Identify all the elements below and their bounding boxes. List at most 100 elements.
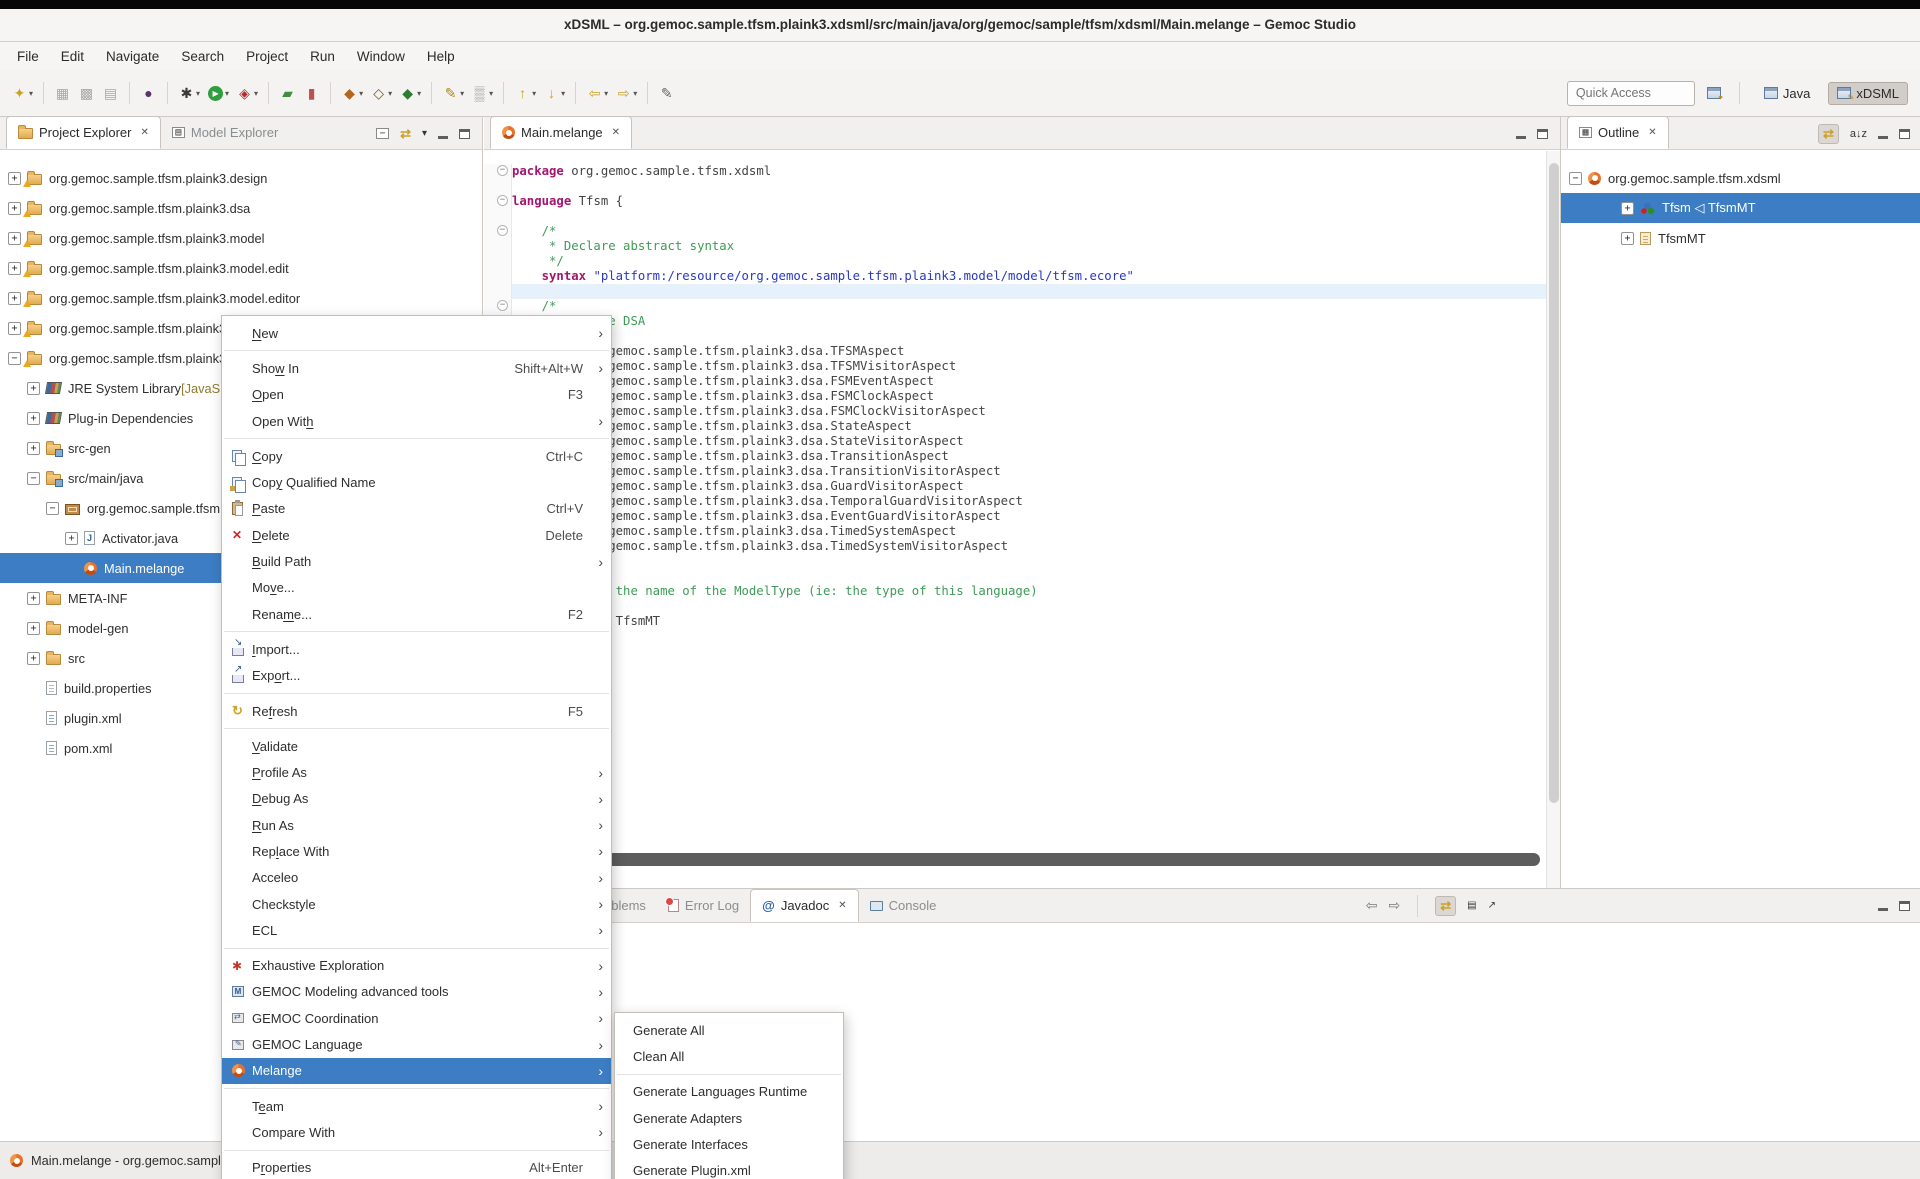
toolbar-previous-annotation-button[interactable]: ↑▾: [511, 81, 539, 105]
tree-item-tfsm-tfsmmt[interactable]: +Tfsm ◁ TfsmMT: [1561, 193, 1920, 223]
view-menu-icon[interactable]: ▾: [422, 128, 427, 139]
tree-item-org-gemoc-sample-tfsm-plaink3-design[interactable]: +org.gemoc.sample.tfsm.plaink3.design: [0, 163, 482, 193]
menubar-file[interactable]: File: [6, 45, 50, 68]
close-icon[interactable]: ✕: [838, 900, 846, 911]
editor-horizontal-scrollbar[interactable]: [506, 853, 1540, 866]
expander-icon[interactable]: +: [8, 202, 21, 215]
toolbar-external-tools-button[interactable]: ◈▾: [233, 81, 261, 105]
context-menu-item-copy[interactable]: CopyCtrl+C: [222, 443, 611, 469]
toolbar-run-button[interactable]: ▶▾: [204, 82, 232, 105]
link-with-editor-icon[interactable]: ⇄: [1818, 124, 1839, 144]
open-declaration-icon[interactable]: ↗: [1488, 900, 1496, 911]
expander-icon[interactable]: +: [27, 592, 40, 605]
close-icon[interactable]: ✕: [1648, 127, 1656, 138]
minimize-icon[interactable]: [1516, 136, 1526, 139]
submenu-item-generate-adapters[interactable]: Generate Adapters: [615, 1105, 843, 1131]
toolbar-back-button[interactable]: ⇦▾: [583, 81, 611, 105]
editor-vertical-scrollbar[interactable]: [1546, 151, 1560, 888]
maximize-icon[interactable]: [459, 129, 470, 139]
context-menu-item-export[interactable]: Export...: [222, 663, 611, 689]
back-icon[interactable]: ⇦: [1366, 897, 1378, 914]
expander-icon[interactable]: −: [1569, 172, 1582, 185]
toolbar-new-package-button[interactable]: ◇▾: [367, 81, 395, 105]
toolbar-new-java-element-button[interactable]: ✱▾: [175, 81, 203, 105]
expander-icon[interactable]: +: [8, 232, 21, 245]
toolbar-java-search-button[interactable]: ✎▾: [439, 81, 467, 105]
minimize-icon[interactable]: [438, 136, 448, 139]
toolbar-save-all-button[interactable]: ▩: [75, 81, 98, 105]
context-menu-item-compare-with[interactable]: Compare With›: [222, 1119, 611, 1145]
submenu-item-generate-interfaces[interactable]: Generate Interfaces: [615, 1131, 843, 1157]
tree-item-org-gemoc-sample-tfsm-plaink3-dsa[interactable]: +org.gemoc.sample.tfsm.plaink3.dsa: [0, 193, 482, 223]
fold-collapse-icon[interactable]: −: [497, 300, 508, 311]
toolbar-java-application-button[interactable]: ●: [137, 81, 160, 105]
context-menu-item-gemoc-coordination[interactable]: GEMOC Coordination›: [222, 1005, 611, 1031]
tab-error-log[interactable]: Error Log: [657, 889, 750, 922]
toolbar-new-class-button[interactable]: ◆▾: [396, 81, 424, 105]
minimize-icon[interactable]: [1878, 136, 1888, 139]
close-icon[interactable]: ✕: [140, 127, 148, 138]
forward-icon[interactable]: ⇨: [1389, 897, 1401, 914]
expander-icon[interactable]: −: [46, 502, 59, 515]
toolbar-new-wizard-button[interactable]: ✦▾: [8, 81, 36, 105]
context-menu-item-ecl[interactable]: ECL›: [222, 917, 611, 943]
maximize-icon[interactable]: [1537, 129, 1548, 139]
expander-icon[interactable]: +: [8, 172, 21, 185]
menubar-project[interactable]: Project: [235, 45, 299, 68]
maximize-icon[interactable]: [1899, 901, 1910, 911]
expander-icon[interactable]: +: [27, 412, 40, 425]
context-menu-item-rename[interactable]: Rename...F2: [222, 601, 611, 627]
menubar-search[interactable]: Search: [170, 45, 235, 68]
context-menu-item-checkstyle[interactable]: Checkstyle›: [222, 891, 611, 917]
context-menu-item-open-with[interactable]: Open With›: [222, 408, 611, 434]
link-with-editor-icon[interactable]: ⇄: [1435, 896, 1456, 916]
toolbar-new-java-project-button[interactable]: ◆▾: [338, 81, 366, 105]
context-menu-item-run-as[interactable]: Run As›: [222, 812, 611, 838]
expander-icon[interactable]: +: [8, 322, 21, 335]
java-perspective-button[interactable]: Java: [1755, 82, 1819, 105]
code-editor[interactable]: −package org.gemoc.sample.tfsm.xdsml−lan…: [484, 151, 1546, 888]
expander-icon[interactable]: +: [27, 442, 40, 455]
expander-icon[interactable]: +: [1621, 232, 1634, 245]
submenu-item-generate-plugin-xml[interactable]: Generate Plugin.xml: [615, 1157, 843, 1179]
menubar-edit[interactable]: Edit: [50, 45, 95, 68]
submenu-item-generate-languages-runtime[interactable]: Generate Languages Runtime: [615, 1079, 843, 1105]
context-menu-item-show-in[interactable]: Show InShift+Alt+W›: [222, 355, 611, 381]
context-menu-item-team[interactable]: Team›: [222, 1093, 611, 1119]
context-menu-item-import[interactable]: Import...: [222, 636, 611, 662]
expander-icon[interactable]: +: [8, 292, 21, 305]
context-menu-item-build-path[interactable]: Build Path›: [222, 548, 611, 574]
tree-item-tfsmmt[interactable]: +TfsmMT: [1561, 223, 1920, 253]
tab-model-explorer[interactable]: ▤ Model Explorer: [161, 116, 289, 149]
expander-icon[interactable]: +: [27, 382, 40, 395]
context-menu-item-validate[interactable]: Validate: [222, 733, 611, 759]
context-menu-item-properties[interactable]: PropertiesAlt+Enter: [222, 1155, 611, 1179]
context-menu-item-copy-qualified-name[interactable]: Copy Qualified Name: [222, 469, 611, 495]
context-menu-item-paste[interactable]: PasteCtrl+V: [222, 496, 611, 522]
quick-access-input[interactable]: [1567, 81, 1695, 106]
context-menu-item-profile-as[interactable]: Profile As›: [222, 759, 611, 785]
context-menu-item-gemoc-language[interactable]: GEMOC Language›: [222, 1031, 611, 1057]
scrollbar-thumb[interactable]: [1549, 163, 1559, 803]
context-menu-item-refresh[interactable]: ↻RefreshF5: [222, 698, 611, 724]
toolbar-print-button[interactable]: ▤: [99, 81, 122, 105]
expander-icon[interactable]: −: [8, 352, 21, 365]
fold-collapse-icon[interactable]: −: [497, 225, 508, 236]
expander-icon[interactable]: +: [27, 622, 40, 635]
menubar-run[interactable]: Run: [299, 45, 346, 68]
xdsml-perspective-button[interactable]: ✎xDSML: [1828, 82, 1908, 105]
context-menu-item-exhaustive-exploration[interactable]: ✱Exhaustive Exploration›: [222, 953, 611, 979]
tab-main-melange[interactable]: Main.melange ✕: [490, 116, 632, 149]
toolbar-toggle-mark-occurrences-button[interactable]: ▒▾: [468, 81, 496, 105]
tree-item-org-gemoc-sample-tfsm-plaink3-model-edit[interactable]: +org.gemoc.sample.tfsm.plaink3.model.edi…: [0, 253, 482, 283]
expander-icon[interactable]: +: [65, 532, 78, 545]
context-menu-item-move[interactable]: Move...: [222, 575, 611, 601]
context-menu-item-melange[interactable]: Melange›: [222, 1058, 611, 1084]
tab-project-explorer[interactable]: Project Explorer ✕: [6, 116, 161, 149]
context-menu-item-open[interactable]: OpenF3: [222, 382, 611, 408]
toolbar-save-button[interactable]: ▦: [51, 81, 74, 105]
fold-collapse-icon[interactable]: −: [497, 165, 508, 176]
toolbar-next-annotation-button[interactable]: ↓▾: [540, 81, 568, 105]
menubar-window[interactable]: Window: [346, 45, 416, 68]
fold-collapse-icon[interactable]: −: [497, 195, 508, 206]
